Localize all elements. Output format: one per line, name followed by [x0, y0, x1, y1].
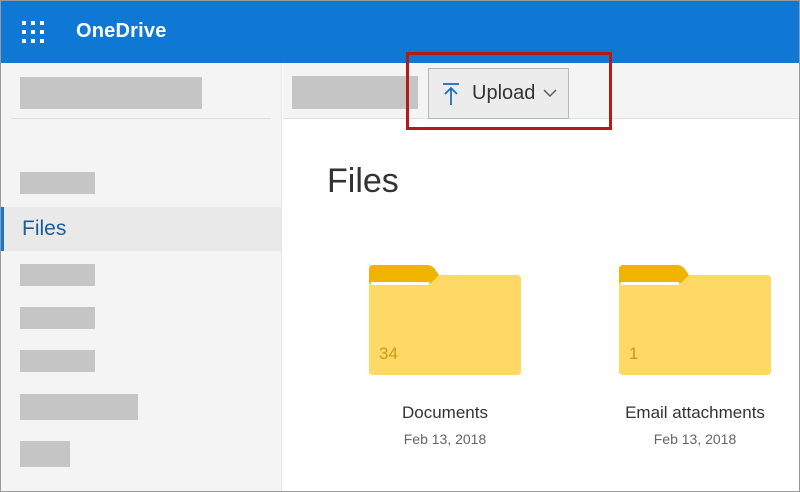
nav-divider	[11, 118, 271, 119]
nav-item-placeholder[interactable]	[20, 441, 70, 467]
upload-arrow-icon	[443, 83, 459, 105]
top-bar: OneDrive	[1, 1, 799, 63]
upload-button[interactable]: Upload	[428, 68, 569, 119]
folder-tile[interactable]: 34 Documents Feb 13, 2018	[367, 263, 527, 453]
nav-item-placeholder[interactable]	[20, 307, 95, 329]
folder-date: Feb 13, 2018	[653, 431, 737, 447]
upload-label: Upload	[472, 82, 536, 104]
page-title: Files	[327, 162, 399, 200]
nav-item-placeholder[interactable]	[20, 350, 95, 372]
nav-user-placeholder	[20, 77, 202, 109]
nav-item-placeholder[interactable]	[20, 264, 95, 286]
folder-tile[interactable]: 1 Email attachments Feb 13, 2018	[617, 263, 777, 453]
onedrive-window: OneDrive Files Upload Files 34 Documents…	[0, 0, 800, 492]
waffle-icon[interactable]	[22, 21, 44, 43]
folder-name[interactable]: Documents	[367, 403, 523, 423]
chevron-down-icon[interactable]	[542, 87, 558, 99]
left-nav: Files	[1, 63, 282, 491]
folder-item-count: 34	[379, 344, 398, 363]
app-title[interactable]: OneDrive	[76, 20, 167, 43]
folder-item-count: 1	[629, 344, 639, 363]
nav-item-placeholder[interactable]	[20, 394, 138, 420]
sidebar-item-files[interactable]: Files	[1, 207, 281, 251]
folder-name[interactable]: Email attachments	[617, 403, 773, 423]
command-placeholder[interactable]	[292, 76, 418, 109]
sidebar-item-label: Files	[22, 217, 67, 240]
folder-icon	[619, 265, 771, 375]
folder-date: Feb 13, 2018	[403, 431, 487, 447]
selected-indicator	[1, 207, 4, 251]
nav-item-placeholder[interactable]	[20, 172, 95, 194]
